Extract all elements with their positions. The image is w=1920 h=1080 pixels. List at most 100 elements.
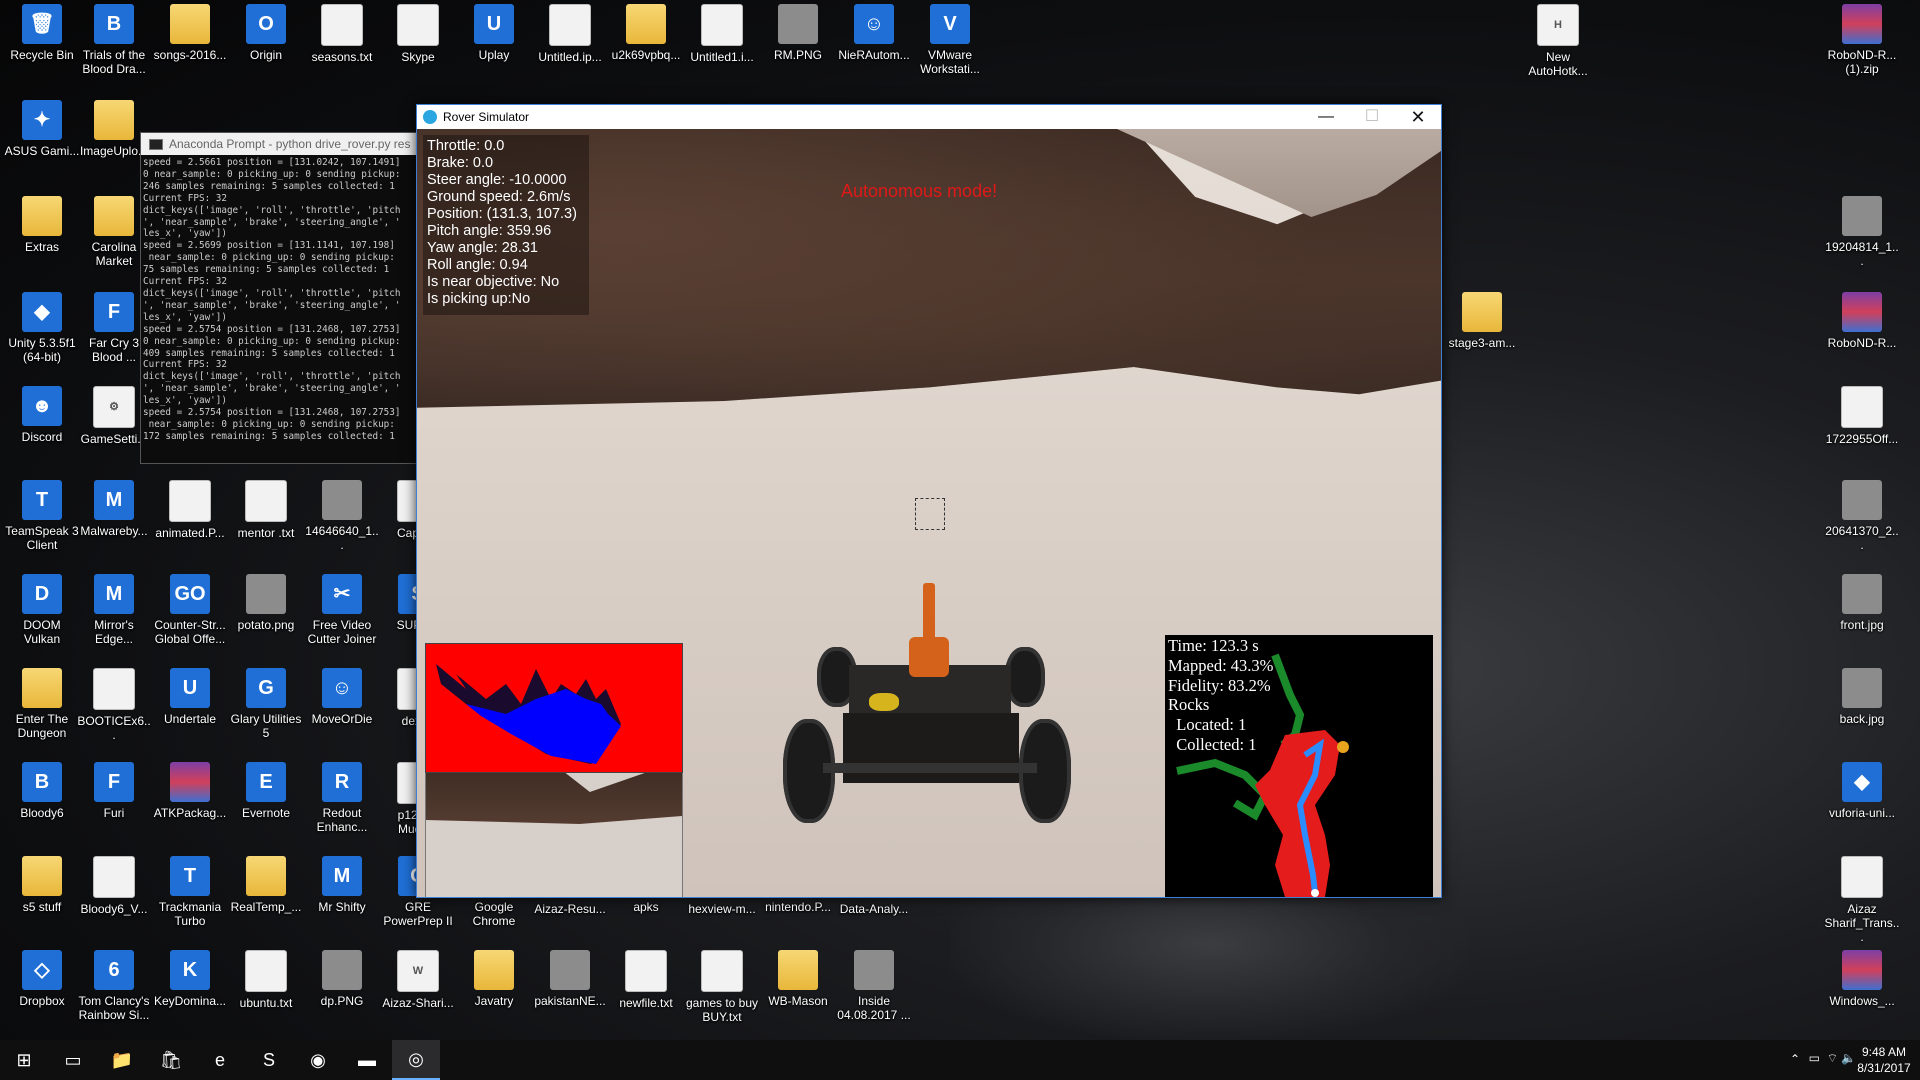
desktop-icon[interactable]: 🗑 Recycle Bin: [4, 4, 80, 62]
doc-icon: [93, 856, 135, 898]
chevron-up-icon[interactable]: ⌃: [1790, 1052, 1800, 1066]
app-icon: M: [94, 574, 134, 614]
desktop-icon[interactable]: R Redout Enhanc...: [304, 762, 380, 834]
skype-button[interactable]: S: [245, 1040, 293, 1080]
desktop-icon[interactable]: M Malwareby...: [76, 480, 152, 538]
minimize-button[interactable]: —: [1303, 105, 1349, 129]
desktop-icon[interactable]: RoboND-R... (1).zip: [1824, 4, 1900, 76]
desktop-icon[interactable]: O Origin: [228, 4, 304, 62]
start-button[interactable]: ⊞: [0, 1040, 48, 1080]
close-button[interactable]: ✕: [1395, 105, 1441, 129]
world-map-stat-line: Mapped: 43.3%: [1168, 655, 1274, 675]
anaconda-prompt-window[interactable]: Anaconda Prompt - python drive_rover.py …: [140, 132, 420, 464]
desktop-icon-label: s5 stuff: [22, 900, 62, 914]
desktop-icon[interactable]: 14646640_1...: [304, 480, 380, 552]
doc-icon: H: [1537, 4, 1579, 46]
console-button[interactable]: ▬: [343, 1040, 391, 1080]
desktop-icon[interactable]: B Trials of the Blood Dra...: [76, 4, 152, 76]
desktop-icon[interactable]: D DOOM Vulkan: [4, 574, 80, 646]
window-titlebar[interactable]: Rover Simulator — ☐ ✕: [417, 105, 1441, 129]
desktop-icon[interactable]: W Aizaz-Shari...: [380, 950, 456, 1010]
desktop-icon[interactable]: songs-2016...: [152, 4, 228, 62]
desktop-icon[interactable]: pakistanNE...: [532, 950, 608, 1008]
task-view-button[interactable]: ▭: [49, 1040, 97, 1080]
desktop-icon[interactable]: 6 Tom Clancy's Rainbow Si...: [76, 950, 152, 1022]
desktop-icon[interactable]: G Glary Utilities 5: [228, 668, 304, 740]
desktop-icon[interactable]: E Evernote: [228, 762, 304, 820]
desktop-icon[interactable]: M Mr Shifty: [304, 856, 380, 914]
desktop-icon[interactable]: U Undertale: [152, 668, 228, 726]
folder-icon: [22, 196, 62, 236]
clock[interactable]: 9:48 AM 8/31/2017: [1854, 1044, 1914, 1076]
desktop-icon-label: Enter The Dungeon: [15, 712, 69, 740]
desktop-icon[interactable]: ◆ Unity 5.3.5f1 (64-bit): [4, 292, 80, 364]
desktop-icon[interactable]: ubuntu.txt: [228, 950, 304, 1010]
desktop-icon[interactable]: RoboND-R...: [1824, 292, 1900, 350]
desktop-icon[interactable]: ✂ Free Video Cutter Joiner: [304, 574, 380, 646]
desktop-icon-label: Trackmania Turbo: [158, 900, 222, 928]
unity-button[interactable]: ◎: [392, 1040, 440, 1080]
desktop-icon[interactable]: M Mirror's Edge...: [76, 574, 152, 646]
rover-simulator-window[interactable]: Rover Simulator — ☐ ✕ Throttle: 0.0 Brake…: [416, 104, 1442, 898]
desktop-icon-label: dp.PNG: [320, 994, 364, 1008]
network-icon[interactable]: ⌔: [1827, 1051, 1838, 1066]
desktop-icon[interactable]: front.jpg: [1824, 574, 1900, 632]
simulator-viewport[interactable]: Throttle: 0.0 Brake: 0.0 Steer angle: -10.…: [417, 129, 1441, 897]
edge-button[interactable]: e: [196, 1040, 244, 1080]
desktop-icon[interactable]: BOOTICEx6...: [76, 668, 152, 742]
desktop-icon[interactable]: ◇ Dropbox: [4, 950, 80, 1008]
desktop-icon[interactable]: Aizaz Sharif_Trans...: [1824, 856, 1900, 944]
rar-icon: [1842, 292, 1882, 332]
maximize-button[interactable]: ☐: [1349, 105, 1395, 129]
desktop-icon[interactable]: ◆ vuforia-uni...: [1824, 762, 1900, 820]
desktop-icon[interactable]: u2k69vpbq...: [608, 4, 684, 62]
desktop-icon-label: ASUS Gami...: [4, 144, 80, 158]
desktop-icon[interactable]: F Furi: [76, 762, 152, 820]
desktop-icon[interactable]: 19204814_1...: [1824, 196, 1900, 268]
desktop-icon[interactable]: RM.PNG: [760, 4, 836, 62]
desktop-icon[interactable]: U Uplay: [456, 4, 532, 62]
desktop-icon[interactable]: 1722955Off...: [1824, 386, 1900, 446]
desktop-icon[interactable]: 20641370_2...: [1824, 480, 1900, 552]
desktop-icon[interactable]: animated.P...: [152, 480, 228, 540]
desktop-icon[interactable]: GO Counter-Str... Global Offe...: [152, 574, 228, 646]
rar-icon: [1842, 950, 1882, 990]
chrome-button[interactable]: ◉: [294, 1040, 342, 1080]
desktop-icon[interactable]: ✦ ASUS Gami...: [4, 100, 80, 158]
desktop-icon[interactable]: newfile.txt: [608, 950, 684, 1010]
desktop-icon[interactable]: Bloody6_V...: [76, 856, 152, 916]
desktop-icon-label: Javatry: [474, 994, 514, 1008]
desktop-icon[interactable]: Javatry: [456, 950, 532, 1008]
desktop-icon[interactable]: ATKPackag...: [152, 762, 228, 820]
desktop-icon[interactable]: games to buy BUY.txt: [684, 950, 760, 1024]
desktop-icon[interactable]: WB-Mason: [760, 950, 836, 1008]
desktop-icon[interactable]: Inside 04.08.2017 ...: [836, 950, 912, 1022]
desktop-icon[interactable]: back.jpg: [1824, 668, 1900, 726]
desktop-icon[interactable]: mentor .txt: [228, 480, 304, 540]
desktop-icon[interactable]: potato.png: [228, 574, 304, 632]
store-button[interactable]: 🛍: [147, 1040, 195, 1080]
desktop-icon[interactable]: ☺ MoveOrDie: [304, 668, 380, 726]
battery-icon[interactable]: ▭: [1809, 1051, 1820, 1065]
console-titlebar[interactable]: Anaconda Prompt - python drive_rover.py …: [141, 133, 419, 155]
desktop-icon[interactable]: V VMware Workstati...: [912, 4, 988, 76]
desktop-icon[interactable]: T TeamSpeak 3 Client: [4, 480, 80, 552]
desktop-icon[interactable]: ☻ Discord: [4, 386, 80, 444]
desktop-icon[interactable]: ☺ NieRAutom...: [836, 4, 912, 62]
desktop-icon[interactable]: Untitled1.i...: [684, 4, 760, 64]
desktop-icon[interactable]: stage3-am...: [1444, 292, 1520, 350]
desktop-icon[interactable]: dp.PNG: [304, 950, 380, 1008]
desktop-icon[interactable]: Enter The Dungeon: [4, 668, 80, 740]
desktop-icon[interactable]: Windows_...: [1824, 950, 1900, 1008]
desktop-icon[interactable]: H New AutoHotk...: [1520, 4, 1596, 78]
desktop-icon[interactable]: Extras: [4, 196, 80, 254]
desktop-icon[interactable]: B Bloody6: [4, 762, 80, 820]
file-explorer-button[interactable]: 📁: [98, 1040, 146, 1080]
desktop-icon[interactable]: Untitled.ip...: [532, 4, 608, 64]
desktop-icon[interactable]: seasons.txt: [304, 4, 380, 64]
desktop-icon[interactable]: Skype: [380, 4, 456, 64]
desktop-icon[interactable]: T Trackmania Turbo: [152, 856, 228, 928]
desktop-icon[interactable]: s5 stuff: [4, 856, 80, 914]
desktop-icon[interactable]: RealTemp_...: [228, 856, 304, 914]
desktop-icon[interactable]: K KeyDomina...: [152, 950, 228, 1008]
